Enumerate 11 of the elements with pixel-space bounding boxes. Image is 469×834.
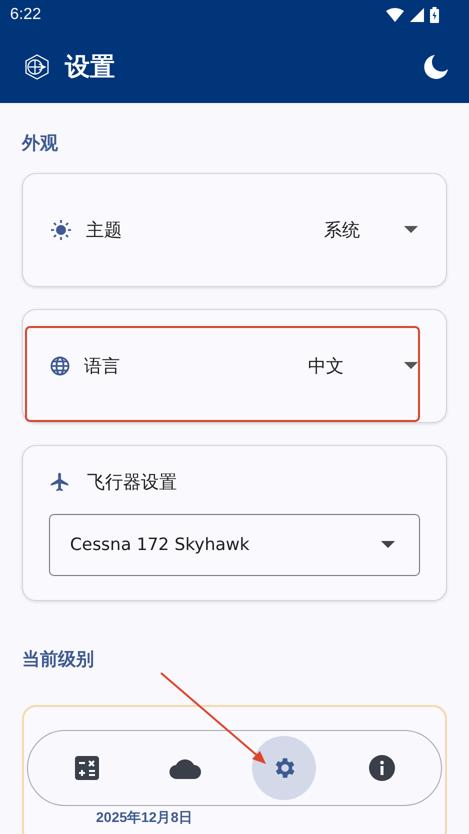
setting-label: 语言 <box>84 355 120 378</box>
page-title: 设置 <box>65 51 115 83</box>
date-text: 2025年12月8日 <box>96 809 193 825</box>
section-heading: 外观 <box>22 132 59 156</box>
section-heading: 当前级别 <box>22 648 95 672</box>
setting-label: 飞行器设置 <box>87 471 177 494</box>
setting-label: 主题 <box>86 219 122 242</box>
theme-dropdown[interactable]: 系统 <box>324 218 418 242</box>
aircraft-select[interactable]: Cessna 172 Skyhawk <box>49 514 420 576</box>
status-time: 6:22 <box>10 6 42 24</box>
language-dropdown[interactable]: 中文 <box>308 354 418 378</box>
